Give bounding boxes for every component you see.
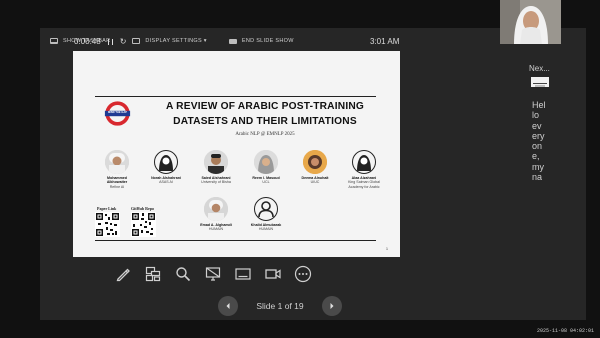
subtitles-button[interactable]	[233, 264, 253, 284]
paper-link-label: Paper Link	[97, 206, 117, 211]
chevron-right-icon	[330, 303, 334, 309]
next-slide-thumbnail[interactable]	[531, 77, 549, 87]
screen: SHOW TASKBAR DISPLAY SETTINGS ▾ END SLID…	[0, 0, 600, 338]
author-affiliation: HUMAIN	[258, 227, 274, 232]
author-photo	[254, 150, 278, 174]
more-options-button[interactable]	[293, 264, 313, 284]
author-avatar	[204, 150, 228, 174]
taskbar-icon	[50, 38, 58, 44]
next-slide-label: Nex...	[529, 64, 550, 73]
restart-timer-icon[interactable]: ↻	[120, 37, 127, 46]
person-icon	[357, 155, 371, 171]
bottom-rule	[95, 240, 376, 241]
webcam-feed	[500, 0, 561, 44]
recording-timestamp: 2025-11-08 04:02:01	[536, 328, 594, 334]
author-card: Alaa Alzahrani King Salman Global Academ…	[334, 150, 394, 189]
person-icon	[159, 155, 173, 171]
person-icon	[258, 201, 274, 218]
pause-icon[interactable]	[107, 38, 113, 45]
current-slide[interactable]: MIND THE GAP A REVIEW OF ARABIC POST-TRA…	[73, 51, 400, 257]
next-slide-button[interactable]	[322, 296, 342, 316]
slide-subtitle: Arabic NLP @ EMNLP 2025	[235, 132, 295, 137]
pointer-screen-icon	[205, 267, 221, 281]
current-time: 3:01 AM	[370, 37, 400, 46]
slide-page-number: 1	[386, 247, 388, 251]
presenter-video	[500, 0, 561, 44]
author-avatar	[303, 150, 327, 174]
github-qr-code[interactable]	[131, 212, 156, 237]
zoom-icon	[176, 267, 191, 282]
author-card: Khalid Almubarak HUMAIN	[236, 197, 296, 232]
top-rule	[95, 96, 376, 97]
github-repo-label: GitHub Repo	[131, 206, 155, 211]
author-photo	[204, 197, 228, 221]
author-avatar	[254, 197, 278, 221]
camera-button[interactable]	[263, 264, 283, 284]
black-screen-button[interactable]	[203, 264, 223, 284]
slide-navigation: Slide 1 of 19	[218, 296, 342, 316]
author-avatar	[105, 150, 129, 174]
display-settings-button[interactable]: DISPLAY SETTINGS ▾	[132, 38, 207, 44]
author-avatar	[352, 150, 376, 174]
end-show-icon	[228, 38, 237, 44]
author-photo	[105, 150, 129, 174]
previous-slide-button[interactable]	[218, 296, 238, 316]
title-line-2: DATASETS AND THEIR LIMITATIONS	[173, 116, 357, 127]
more-options-icon	[294, 265, 312, 283]
elapsed-time: 0:00:48	[74, 37, 101, 46]
presenter-tools	[113, 264, 313, 284]
pen-icon	[116, 268, 130, 282]
chevron-left-icon	[226, 303, 230, 309]
author-photo	[204, 150, 228, 174]
author-photo	[303, 150, 327, 174]
slide-counter[interactable]: Slide 1 of 19	[248, 301, 312, 311]
title-line-1: A REVIEW OF ARABIC POST-TRAINING	[165, 101, 365, 112]
paper-qr-code[interactable]	[95, 212, 120, 237]
logo-text: MIND THE GAP	[108, 111, 127, 114]
end-slide-show-button[interactable]: END SLIDE SHOW	[228, 38, 294, 44]
speaker-notes[interactable]: Hello everyone, my na	[532, 100, 546, 182]
slides-grid-icon	[145, 266, 161, 282]
display-settings-label: DISPLAY SETTINGS ▾	[145, 38, 207, 44]
end-slide-show-label: END SLIDE SHOW	[241, 38, 294, 44]
author-avatar	[204, 197, 228, 221]
next-slide-preview	[533, 83, 547, 87]
zoom-button[interactable]	[173, 264, 193, 284]
monitor-icon	[132, 38, 141, 44]
see-all-slides-button[interactable]	[143, 264, 163, 284]
slide-title: A REVIEW OF ARABIC POST-TRAINING DATASET…	[145, 99, 385, 129]
subtitles-icon	[235, 268, 251, 280]
camera-icon	[265, 269, 281, 279]
pen-tool-button[interactable]	[113, 264, 133, 284]
slide-timer: 0:00:48 ↻	[74, 37, 126, 46]
author-affiliation: Refine AI	[109, 184, 125, 189]
author-avatar	[154, 150, 178, 174]
author-affiliation: Academy for Arabic	[348, 184, 380, 189]
author-avatar	[254, 150, 278, 174]
